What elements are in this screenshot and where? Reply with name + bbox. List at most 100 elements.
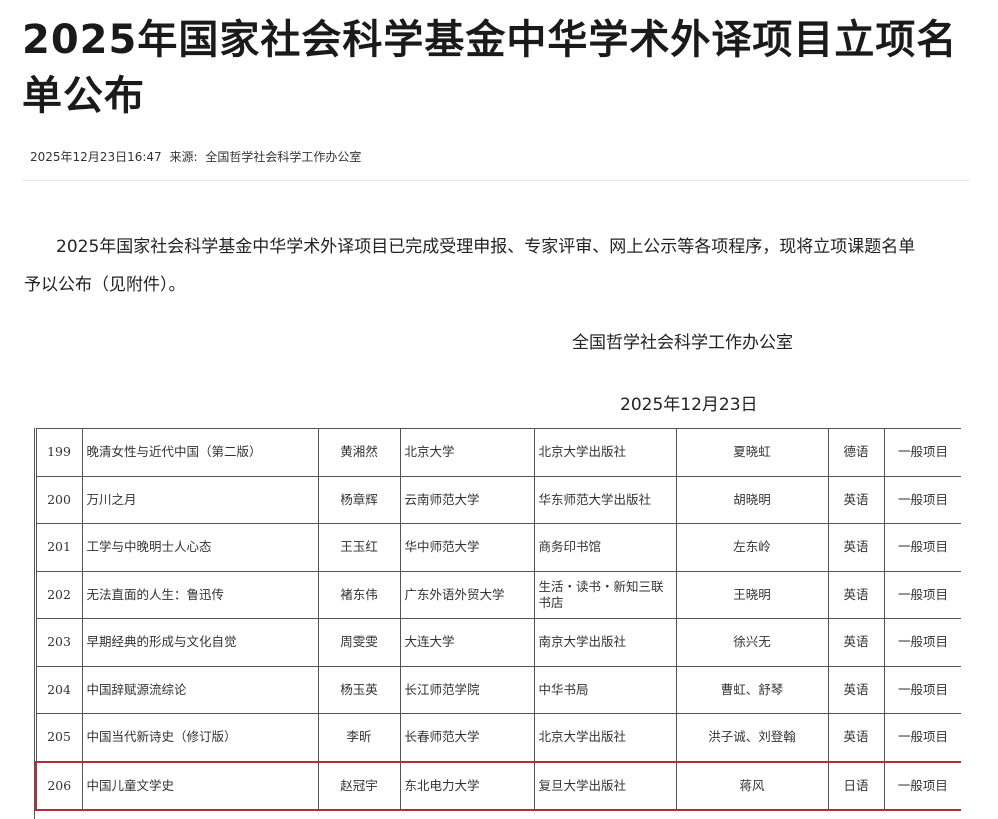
cell-language-text: 英语 [843, 681, 869, 697]
cell-original-author: 王晓明 [675, 570, 829, 619]
cell-original-author-text: 洪子诚、刘登翰 [708, 729, 796, 745]
cell-title-text: 无法直面的人生：鲁迅传 [86, 586, 225, 602]
cell-title: 晚清女性与近代中国（第二版） [81, 428, 319, 477]
cell-publisher-text: 华东师范大学出版社 [538, 491, 652, 507]
cell-applicant-text: 王玉红 [340, 539, 378, 555]
cell-title-text: 早期经典的形成与文化自觉 [86, 634, 237, 650]
cell-applicant: 赵冠宇 [317, 760, 401, 811]
signature-date: 2025年12月23日 [620, 395, 758, 415]
cell-number-text: 200 [47, 491, 71, 507]
cell-applicant: 王玉红 [317, 523, 401, 572]
cell-applicant: 杨章辉 [317, 475, 401, 524]
project-table: 199 晚清女性与近代中国（第二版） 黄湘然 北京大学 北京大学出版社 夏晓虹 德语 一般项目… [35, 428, 961, 811]
cell-publisher: 北京大学出版社 [533, 713, 677, 762]
cell-number-text: 205 [47, 729, 71, 745]
cell-number: 203 [35, 618, 83, 667]
cell-applicant-text: 周雯雯 [340, 634, 378, 650]
cell-number: 204 [35, 665, 83, 714]
table-row: 201 工学与中晚明士人心态 王玉红 华中师范大学 商务印书馆 左东岭 英语 一般项目 [35, 523, 961, 572]
cell-original-author-text: 蒋风 [739, 777, 765, 793]
cell-number: 199 [35, 428, 83, 477]
meta-divider [22, 180, 970, 181]
cell-project-type: 一般项目 [883, 665, 961, 714]
cell-applicant-text: 褚东伟 [340, 586, 378, 602]
cell-publisher-text: 南京大学出版社 [538, 634, 627, 650]
cell-project-type: 一般项目 [883, 618, 961, 667]
cell-language: 英语 [827, 618, 885, 667]
cell-language: 英语 [827, 475, 885, 524]
cell-project-type-text: 一般项目 [897, 729, 948, 745]
cell-publisher: 中华书局 [533, 665, 677, 714]
cell-number: 201 [35, 523, 83, 572]
cell-project-type: 一般项目 [883, 428, 961, 477]
cell-project-type-text: 一般项目 [897, 777, 948, 793]
cell-number: 200 [35, 475, 83, 524]
cell-project-type: 一般项目 [883, 713, 961, 762]
cell-unit: 大连大学 [399, 618, 535, 667]
cell-language-text: 英语 [843, 729, 869, 745]
cell-number: 205 [35, 713, 83, 762]
cell-original-author-text: 胡晓明 [733, 491, 771, 507]
cell-language: 德语 [827, 428, 885, 477]
cell-title: 工学与中晚明士人心态 [81, 523, 319, 572]
cell-publisher: 南京大学出版社 [533, 618, 677, 667]
cell-project-type: 一般项目 [883, 760, 961, 811]
cell-title: 无法直面的人生：鲁迅传 [81, 570, 319, 619]
cell-applicant: 杨玉英 [317, 665, 401, 714]
cell-publisher-text: 北京大学出版社 [538, 729, 627, 745]
cell-project-type: 一般项目 [883, 475, 961, 524]
cell-title: 中国儿童文学史 [81, 760, 319, 811]
cell-unit: 东北电力大学 [399, 760, 535, 811]
project-list-image: 199 晚清女性与近代中国（第二版） 黄湘然 北京大学 北京大学出版社 夏晓虹 德语 一般项目… [34, 428, 961, 819]
cell-number-text: 206 [47, 777, 72, 793]
cell-title: 中国辞赋源流综论 [81, 665, 319, 714]
cell-publisher: 复旦大学出版社 [533, 760, 677, 811]
cell-applicant: 周雯雯 [317, 618, 401, 667]
cell-unit: 北京大学 [399, 428, 535, 477]
table-row: 205 中国当代新诗史（修订版） 李昕 长春师范大学 北京大学出版社 洪子诚、刘登翰 英语 一… [35, 713, 961, 762]
cell-title-text: 中国当代新诗史（修订版） [86, 729, 237, 745]
cell-project-type-text: 一般项目 [897, 444, 948, 460]
cell-publisher-text: 复旦大学出版社 [538, 777, 627, 793]
cell-number-text: 201 [47, 539, 71, 555]
cell-original-author: 夏晓虹 [675, 428, 829, 477]
cell-title: 中国当代新诗史（修订版） [81, 713, 319, 762]
cell-language: 英语 [827, 665, 885, 714]
cell-title-text: 万川之月 [86, 491, 137, 507]
cell-original-author-text: 徐兴无 [733, 634, 771, 650]
cell-unit-text: 广东外语外贸大学 [404, 586, 505, 602]
cell-language-text: 英语 [843, 491, 869, 507]
cell-applicant: 褚东伟 [317, 570, 401, 619]
cell-unit-text: 华中师范大学 [404, 539, 480, 555]
publish-datetime: 2025年12月23日16:47 [30, 150, 162, 164]
cell-publisher: 北京大学出版社 [533, 428, 677, 477]
cell-project-type-text: 一般项目 [897, 586, 948, 602]
cell-title: 早期经典的形成与文化自觉 [81, 618, 319, 667]
cell-applicant-text: 赵冠宇 [340, 777, 378, 793]
cell-publisher: 华东师范大学出版社 [533, 475, 677, 524]
cell-language: 英语 [827, 570, 885, 619]
cell-language-text: 英语 [843, 539, 869, 555]
cell-project-type: 一般项目 [883, 570, 961, 619]
cell-unit-text: 大连大学 [404, 634, 455, 650]
source-name[interactable]: 全国哲学社会科学工作办公室 [205, 150, 361, 164]
cell-publisher-text: 生活・读书・新知三联书店 [538, 578, 664, 610]
cell-language: 英语 [827, 523, 885, 572]
cell-unit-text: 云南师范大学 [404, 491, 480, 507]
cell-original-author: 徐兴无 [675, 618, 829, 667]
cell-language-text: 英语 [843, 586, 869, 602]
cell-original-author-text: 曹虹、舒琴 [720, 681, 784, 697]
table-row: 200 万川之月 杨章辉 云南师范大学 华东师范大学出版社 胡晓明 英语 一般项目 [35, 475, 961, 524]
cell-publisher: 生活・读书・新知三联书店 [533, 570, 677, 619]
cell-unit: 华中师范大学 [399, 523, 535, 572]
cell-original-author: 蒋风 [675, 760, 829, 811]
cell-project-type-text: 一般项目 [897, 681, 948, 697]
cell-number-text: 199 [47, 444, 71, 460]
article-meta: 2025年12月23日16:47 来源: 全国哲学社会科学工作办公室 [30, 148, 361, 165]
cell-original-author-text: 夏晓虹 [733, 444, 771, 460]
body-line-2: 予以公布（见附件）。 [24, 275, 186, 295]
cell-language-text: 德语 [843, 444, 869, 460]
cell-original-author-text: 王晓明 [733, 586, 771, 602]
cell-unit: 长江师范学院 [399, 665, 535, 714]
cell-applicant: 李昕 [317, 713, 401, 762]
